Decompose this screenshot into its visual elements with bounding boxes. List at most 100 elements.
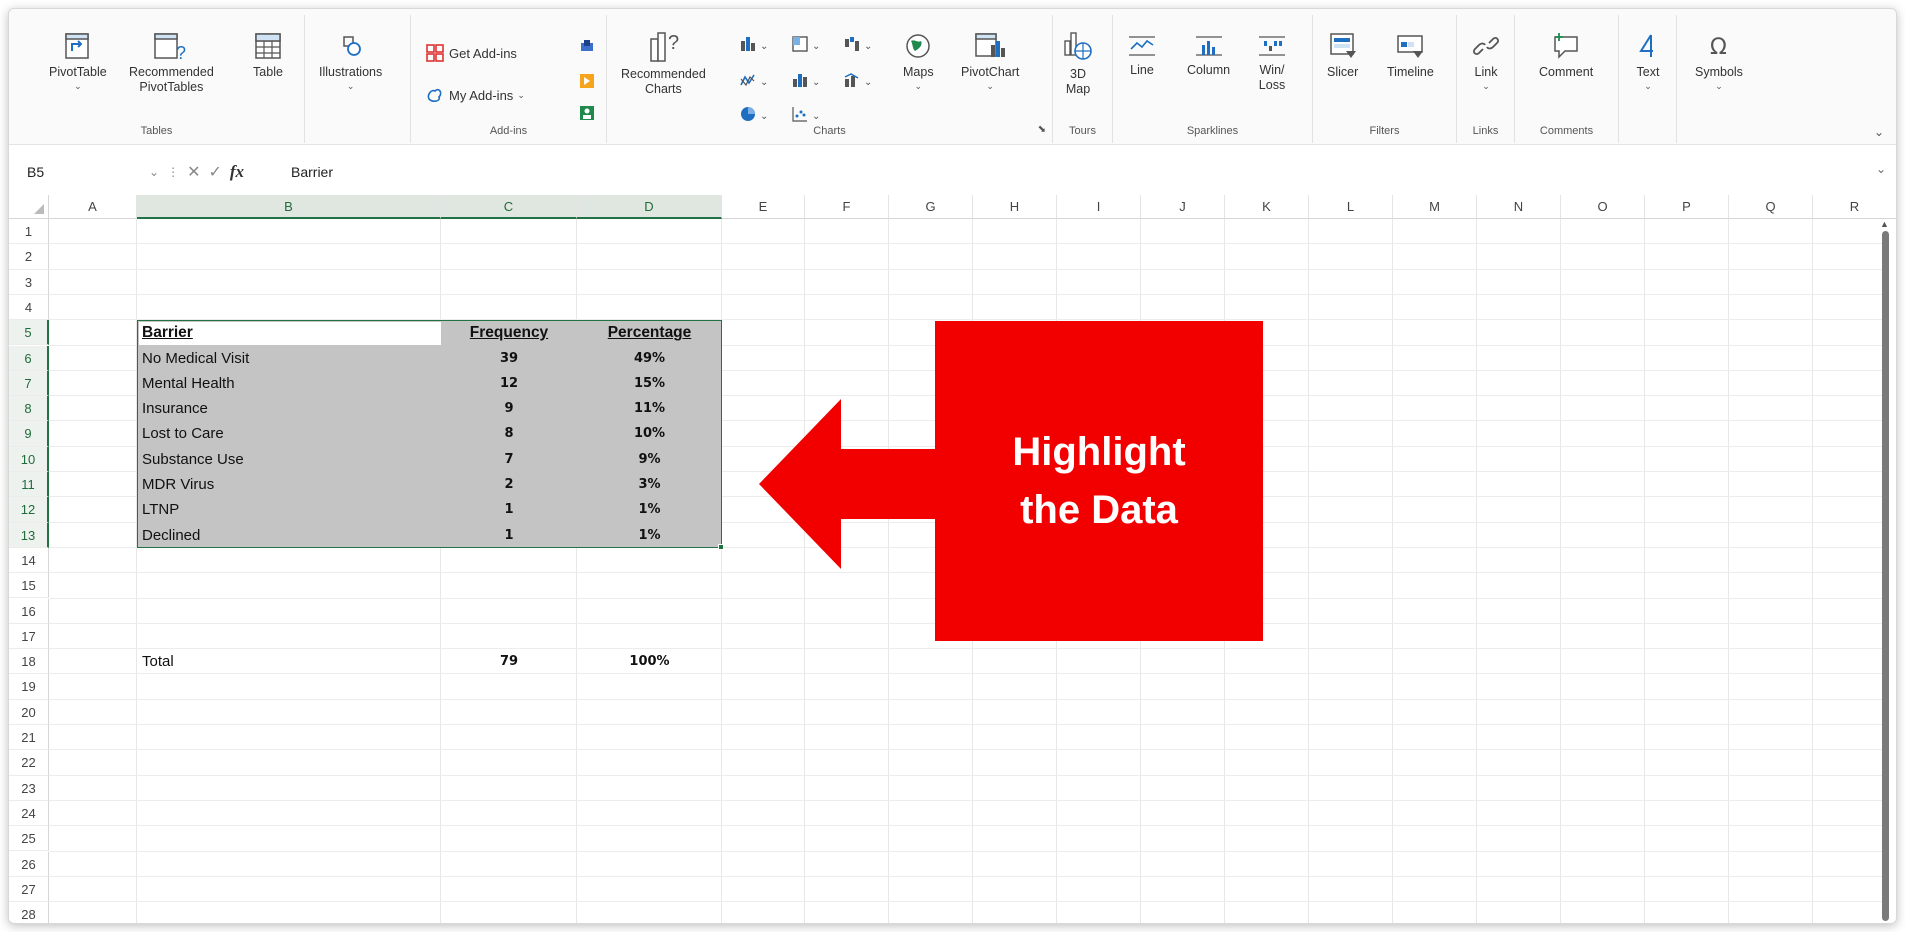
cell-percentage[interactable]: 1% (577, 497, 722, 522)
cell-barrier[interactable]: Mental Health (142, 371, 235, 396)
column-header-j[interactable]: J (1141, 195, 1225, 219)
row-header-5[interactable]: 5 (9, 320, 49, 346)
sparkline-winloss-button[interactable]: Win/ Loss (1257, 33, 1287, 93)
row-header-3[interactable]: 3 (9, 269, 49, 295)
header-frequency[interactable]: Frequency (441, 320, 577, 345)
column-header-e[interactable]: E (722, 195, 805, 219)
column-header-a[interactable]: A (49, 195, 137, 219)
row-header-4[interactable]: 4 (9, 294, 49, 321)
cell-frequency[interactable]: 1 (441, 523, 577, 548)
row-header-26[interactable]: 26 (9, 851, 49, 877)
row-header-19[interactable]: 19 (9, 674, 49, 700)
column-header-l[interactable]: L (1309, 195, 1393, 219)
cell-frequency[interactable]: 1 (441, 497, 577, 522)
enter-icon[interactable]: ✓ (208, 162, 221, 182)
pie-chart-icon[interactable]: ⌄ (739, 105, 769, 123)
my-addins-button[interactable]: My Add-ins ⌄ (425, 85, 525, 105)
statistic-chart-icon[interactable]: ⌄ (791, 71, 821, 89)
cell-frequency[interactable]: 9 (441, 396, 577, 421)
line-chart-icon[interactable]: ⌄ (739, 71, 769, 89)
hierarchy-chart-icon[interactable]: ⌄ (791, 35, 821, 53)
cell-percentage[interactable]: 1% (577, 523, 722, 548)
slicer-button[interactable]: Slicer (1327, 31, 1358, 80)
header-barrier[interactable]: Barrier (142, 320, 193, 345)
cell-frequency[interactable]: 2 (441, 472, 577, 497)
row-header-6[interactable]: 6 (9, 345, 49, 371)
row-header-1[interactable]: 1 (9, 219, 49, 245)
column-header-f[interactable]: F (805, 195, 889, 219)
insert-function-icon[interactable]: fx (230, 162, 244, 182)
column-header-n[interactable]: N (1477, 195, 1561, 219)
cell-percentage[interactable]: 9% (577, 447, 722, 472)
column-header-o[interactable]: O (1561, 195, 1645, 219)
recommended-pivottables-button[interactable]: ? Recommended PivotTables (129, 31, 214, 95)
symbols-button[interactable]: Ω Symbols ⌄ (1695, 31, 1743, 92)
column-header-k[interactable]: K (1225, 195, 1309, 219)
row-header-22[interactable]: 22 (9, 750, 49, 776)
total-frequency[interactable]: 79 (441, 649, 577, 674)
cell-frequency[interactable]: 39 (441, 346, 577, 371)
timeline-button[interactable]: Timeline (1387, 31, 1434, 80)
bing-addin-icon[interactable] (579, 73, 595, 89)
formula-input[interactable]: Barrier (291, 161, 333, 183)
cell-barrier[interactable]: MDR Virus (142, 472, 214, 497)
illustrations-button[interactable]: Illustrations ⌄ (319, 31, 382, 92)
cell-percentage[interactable]: 10% (577, 421, 722, 446)
sparkline-column-button[interactable]: Column (1187, 33, 1230, 78)
column-header-c[interactable]: C (441, 195, 577, 219)
get-addins-button[interactable]: Get Add-ins (425, 43, 517, 63)
cell-barrier[interactable]: Lost to Care (142, 421, 224, 446)
row-header-27[interactable]: 27 (9, 876, 49, 903)
cell-percentage[interactable]: 49% (577, 346, 722, 371)
sparkline-line-button[interactable]: Line (1127, 33, 1157, 78)
row-header-11[interactable]: 11 (9, 472, 49, 498)
link-button[interactable]: Link ⌄ (1471, 31, 1501, 92)
cell-percentage[interactable]: 3% (577, 472, 722, 497)
row-header-15[interactable]: 15 (9, 573, 49, 599)
cell-barrier[interactable]: No Medical Visit (142, 346, 249, 371)
row-header-23[interactable]: 23 (9, 775, 49, 801)
cell-percentage[interactable]: 11% (577, 396, 722, 421)
row-header-25[interactable]: 25 (9, 826, 49, 852)
chevron-down-icon[interactable]: ⌄ (149, 165, 159, 179)
row-header-18[interactable]: 18 (9, 649, 49, 675)
expand-formula-bar-icon[interactable]: ⌄ (1876, 162, 1886, 176)
row-header-9[interactable]: 9 (9, 421, 49, 447)
column-header-p[interactable]: P (1645, 195, 1729, 219)
table-button[interactable]: Table (253, 31, 283, 80)
people-graph-icon[interactable] (579, 105, 595, 121)
row-header-7[interactable]: 7 (9, 370, 49, 397)
header-percentage[interactable]: Percentage (577, 320, 722, 345)
cell-barrier[interactable]: Declined (142, 523, 200, 548)
select-all-button[interactable] (9, 195, 49, 219)
cell-barrier[interactable]: LTNP (142, 497, 179, 522)
column-header-i[interactable]: I (1057, 195, 1141, 219)
column-header-d[interactable]: D (577, 195, 722, 219)
3d-map-button[interactable]: 3D Map (1061, 29, 1095, 97)
visio-addin-icon[interactable] (579, 39, 595, 55)
column-chart-icon[interactable]: ⌄ (739, 35, 769, 53)
cell-frequency[interactable]: 12 (441, 371, 577, 396)
cancel-icon[interactable]: ✕ (187, 162, 200, 182)
ribbon-expand-icon[interactable]: ⌄ (1874, 125, 1884, 139)
row-header-20[interactable]: 20 (9, 699, 49, 725)
scroll-up-icon[interactable]: ▲ (1880, 219, 1889, 229)
row-header-21[interactable]: 21 (9, 725, 49, 751)
row-header-2[interactable]: 2 (9, 244, 49, 270)
row-header-17[interactable]: 17 (9, 623, 49, 650)
column-header-q[interactable]: Q (1729, 195, 1813, 219)
comment-button[interactable]: Comment (1539, 31, 1593, 80)
cell-barrier[interactable]: Insurance (142, 396, 208, 421)
column-header-b[interactable]: B (137, 195, 441, 219)
combo-chart-icon[interactable]: ⌄ (843, 71, 873, 89)
row-header-13[interactable]: 13 (9, 522, 49, 548)
row-header-8[interactable]: 8 (9, 396, 49, 422)
row-header-28[interactable]: 28 (9, 902, 49, 923)
column-header-h[interactable]: H (973, 195, 1057, 219)
row-header-10[interactable]: 10 (9, 446, 49, 472)
cell-frequency[interactable]: 8 (441, 421, 577, 446)
row-header-12[interactable]: 12 (9, 497, 49, 523)
text-button[interactable]: Text ⌄ (1633, 31, 1663, 92)
column-header-g[interactable]: G (889, 195, 973, 219)
recommended-charts-button[interactable]: ? Recommended Charts (621, 29, 706, 97)
